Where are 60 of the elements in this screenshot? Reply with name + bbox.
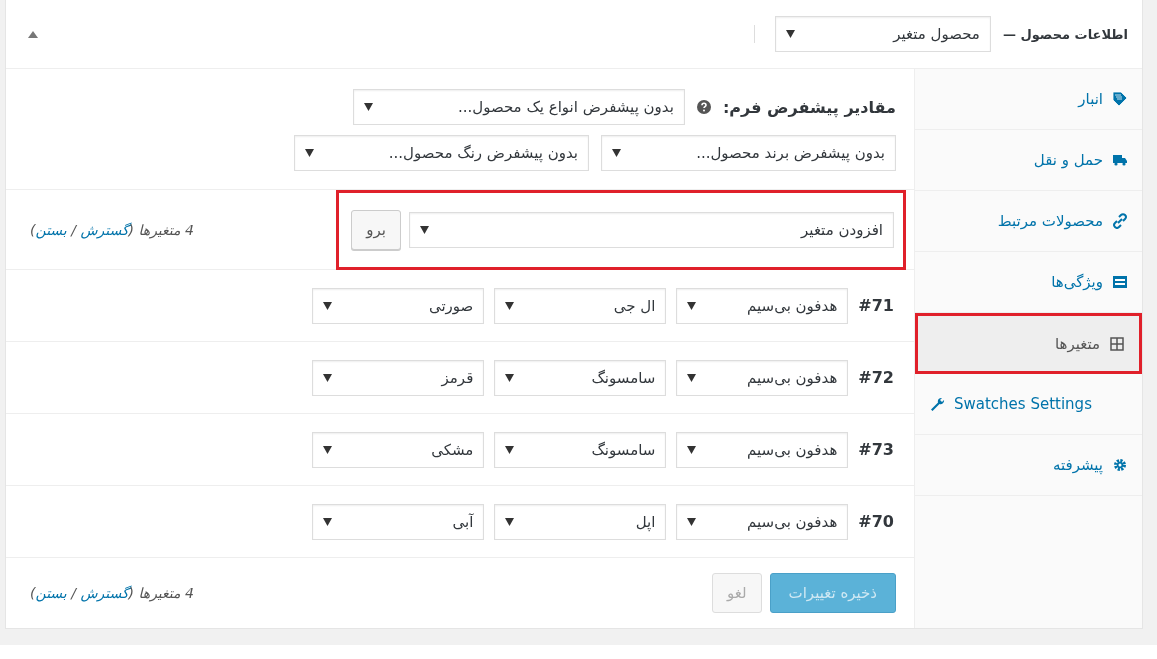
tag-icon (1112, 91, 1128, 107)
caret-icon (505, 517, 515, 526)
link-icon (1112, 213, 1128, 229)
dropdown[interactable]: آبی (312, 503, 485, 540)
caret-icon (505, 445, 515, 454)
gear-icon (1112, 457, 1128, 473)
dropdown[interactable]: هدفون بی‌سیم (676, 359, 849, 396)
panel-title: اطلاعات محصول — (1002, 26, 1128, 42)
caret-icon (687, 301, 697, 310)
variation-number: #71 (858, 296, 894, 315)
caret-icon (363, 103, 373, 111)
dropdown[interactable]: مشکی (312, 431, 485, 468)
caret-icon (305, 149, 314, 157)
variation-number: #72 (858, 368, 894, 387)
caret-icon (687, 445, 697, 454)
caret-icon (612, 149, 621, 157)
dropdown[interactable]: بدون پیشفرض برند محصول... (601, 135, 896, 171)
caret-icon (505, 373, 515, 382)
caret-icon (323, 373, 333, 382)
grid-icon (1109, 335, 1125, 352)
dropdown[interactable]: بدون پیشفرض رنگ محصول... (294, 135, 589, 171)
variation-number: #73 (858, 440, 894, 459)
wrench-icon (929, 396, 945, 412)
dropdown[interactable]: هدفون بی‌سیم (676, 287, 849, 324)
caret-icon (323, 445, 333, 454)
caret-icon (687, 517, 697, 526)
caret-icon (323, 517, 333, 526)
caret-icon (785, 30, 795, 38)
variation-count-text: 4 متغیرها (گسترش / بستن) (30, 221, 194, 238)
list-icon (1112, 274, 1128, 290)
caret-icon (505, 301, 515, 310)
sidebar-tab[interactable]: حمل و نقل (915, 130, 1142, 191)
dropdown[interactable]: بدون پیشفرض انواع یک محصول... (352, 89, 685, 125)
sidebar-tab[interactable]: محصولات مرتبط (915, 191, 1142, 252)
help-icon[interactable] (696, 100, 711, 114)
sidebar-tab[interactable]: انبار (915, 69, 1142, 130)
dropdown[interactable]: صورتی (312, 287, 485, 324)
dropdown[interactable]: قرمز (312, 359, 485, 396)
sidebar-tab[interactable]: پیشرفته (915, 435, 1142, 496)
collapse-link[interactable]: بستن (35, 221, 67, 238)
dropdown[interactable]: هدفون بی‌سیم (676, 431, 849, 468)
dropdown[interactable]: هدفون بی‌سیم (676, 503, 849, 540)
dropdown[interactable]: سامسونگ (494, 431, 667, 468)
dropdown[interactable]: محصول متغیر (774, 16, 991, 52)
variation-number: #70 (858, 512, 894, 531)
go-button[interactable]: برو (351, 209, 401, 250)
dropdown[interactable]: افزودن متغیر (409, 211, 894, 248)
caret-icon (687, 373, 697, 382)
variation-count-text: 4 متغیرها (گسترش / بستن) (30, 585, 194, 601)
sidebar-tab[interactable]: Swatches Settings (915, 374, 1142, 435)
dropdown[interactable]: اپل (494, 503, 667, 540)
defaults-label: مقادیر پیشفرض فرم: (722, 97, 896, 117)
dropdown[interactable]: سامسونگ (494, 359, 667, 396)
caret-icon (323, 301, 333, 310)
dropdown[interactable]: ال جی (494, 287, 667, 324)
caret-icon (420, 225, 429, 234)
sidebar-tab[interactable]: متغیرها (915, 313, 1142, 374)
collapse-link[interactable]: بستن (35, 585, 67, 601)
truck-icon (1112, 152, 1128, 168)
collapse-icon[interactable] (28, 30, 38, 38)
